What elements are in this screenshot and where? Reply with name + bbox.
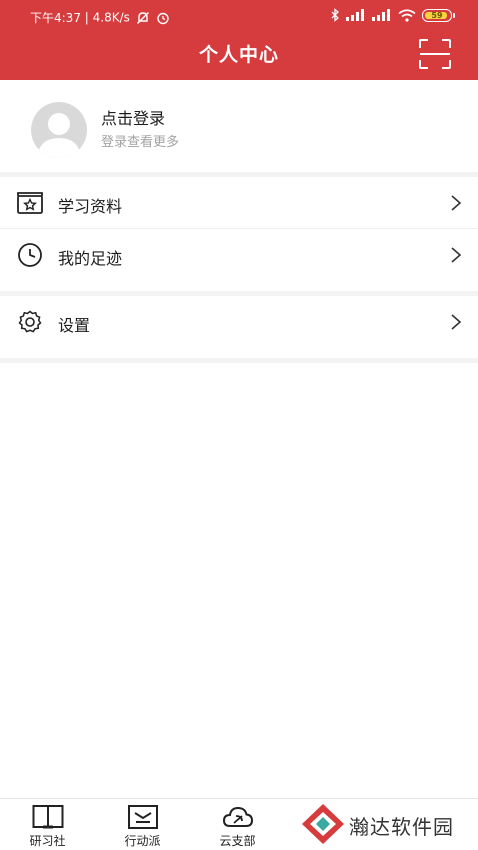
default-avatar-icon <box>37 113 81 158</box>
status-net-speed: 4.8K/s <box>92 10 130 25</box>
book-icon <box>32 805 64 829</box>
status-time: 下午4:37 <box>30 11 81 25</box>
chevron-right-icon <box>451 314 462 330</box>
cloud-party-icon <box>222 806 254 827</box>
menu-label-my-footprints: 我的足迹 <box>58 249 123 268</box>
login-title[interactable]: 点击登录 <box>101 105 165 129</box>
menu-label-study-materials: 学习资料 <box>58 197 123 216</box>
study-folder-star-icon <box>17 192 43 214</box>
chevron-right-icon <box>451 195 462 211</box>
nav-item-cloud-branch[interactable]: 云支部 <box>190 799 285 850</box>
status-separator: | <box>84 10 89 25</box>
wifi-icon <box>398 8 416 22</box>
menu-item-settings[interactable]: 设置 <box>0 296 478 348</box>
gear-icon <box>18 310 42 333</box>
avatar[interactable] <box>31 102 87 158</box>
nav-label-action: 行动派 <box>124 834 161 848</box>
menu-item-study-materials[interactable]: 学习资料 <box>0 177 478 229</box>
nav-label-cloud-branch: 云支部 <box>219 834 256 848</box>
scan-icon[interactable] <box>418 38 452 70</box>
flag-icon <box>128 805 158 829</box>
profile-card[interactable]: 点击登录 登录查看更多 <box>0 80 478 172</box>
handa-logo-icon <box>302 804 344 844</box>
bluetooth-icon <box>331 8 339 22</box>
menu-item-my-footprints[interactable]: 我的足迹 <box>0 229 478 281</box>
nav-label-study-club: 研习社 <box>29 834 66 848</box>
watermark: 瀚达软件园 <box>299 801 469 847</box>
signal-icon <box>346 9 364 21</box>
status-bar: 下午4:37 | 4.8K/s 59 <box>0 0 478 34</box>
page-title: 个人中心 <box>198 44 279 66</box>
notification-off-icon <box>136 11 149 24</box>
app-header: 下午4:37 | 4.8K/s 59 个人中心 <box>0 0 478 80</box>
status-left: 下午4:37 | 4.8K/s <box>30 9 170 26</box>
battery-level: 59 <box>431 10 443 20</box>
alarm-icon <box>156 12 169 24</box>
chevron-right-icon <box>451 247 462 263</box>
section-gap <box>0 358 478 363</box>
nav-item-action[interactable]: 行动派 <box>95 799 190 850</box>
signal-icon-2 <box>372 9 390 21</box>
status-right: 59 <box>330 8 455 22</box>
battery-icon: 59 <box>422 8 455 22</box>
clock-icon <box>18 243 42 267</box>
login-subtitle: 登录查看更多 <box>101 135 180 150</box>
watermark-text: 瀚达软件园 <box>349 815 454 839</box>
menu-label-settings: 设置 <box>58 316 91 335</box>
nav-item-study-club[interactable]: 研习社 <box>0 799 95 850</box>
